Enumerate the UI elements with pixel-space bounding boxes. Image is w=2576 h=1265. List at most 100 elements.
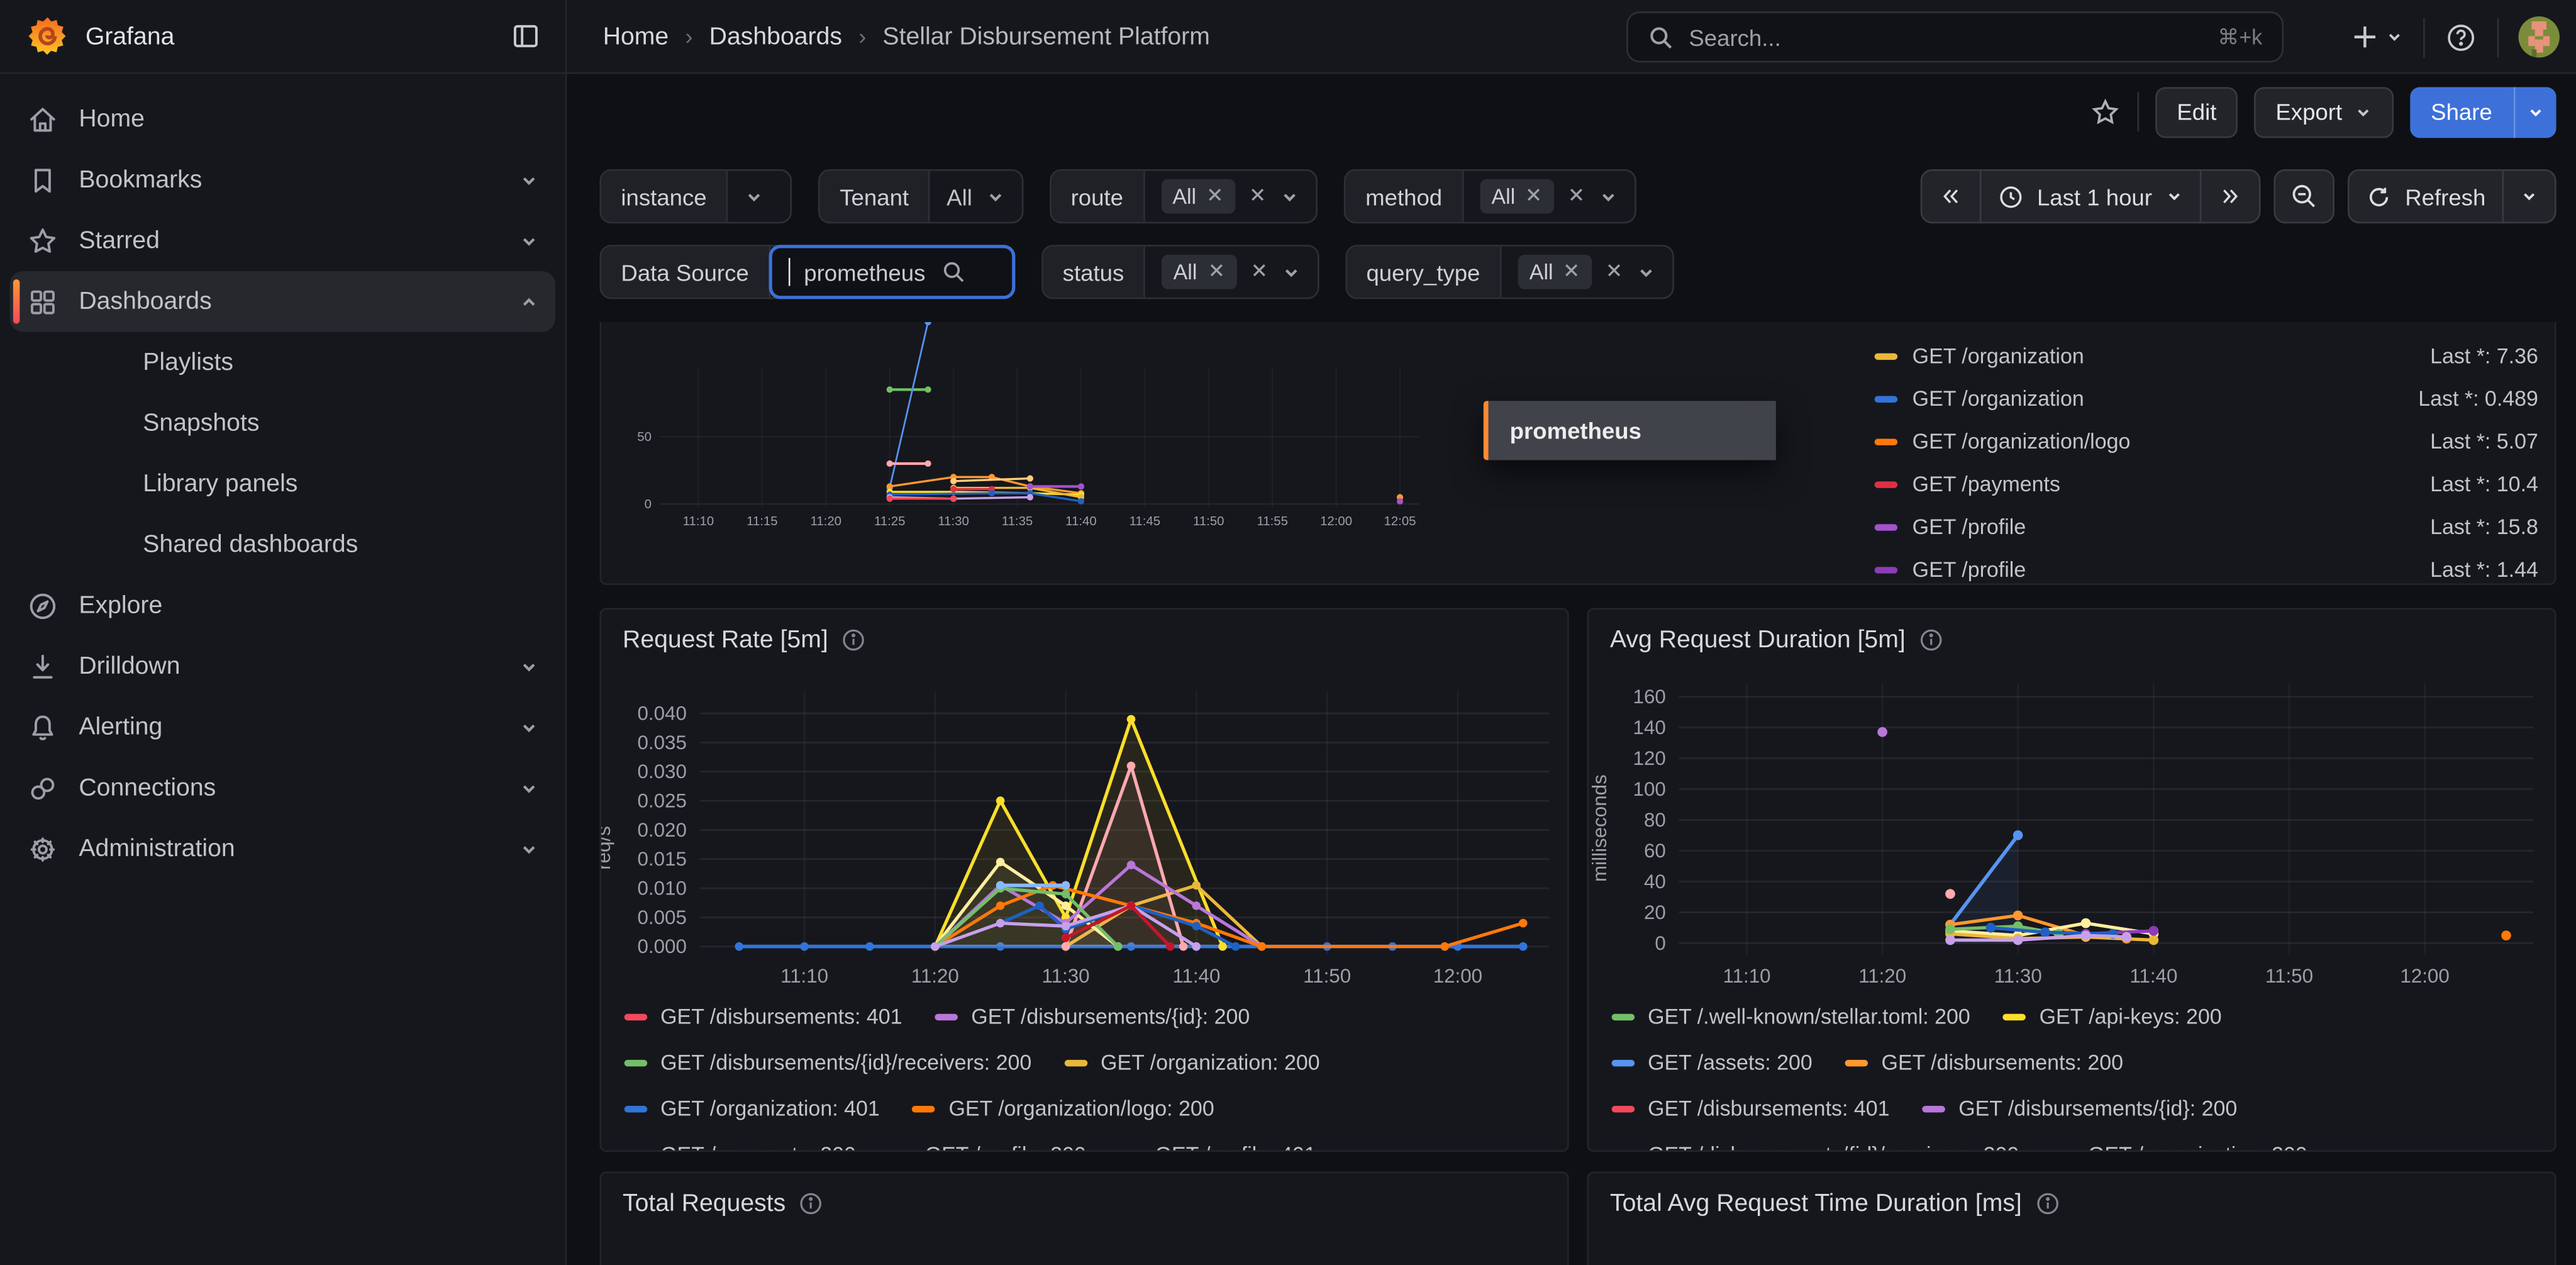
datasource-option-prometheus[interactable]: prometheus: [1489, 401, 1776, 460]
filter-chip[interactable]: All: [1161, 179, 1236, 214]
svg-text:0.025: 0.025: [638, 790, 687, 812]
request-rate-legend: GET /disbursements: 401 GET /disbursement…: [625, 1004, 1558, 1152]
legend-row: GET /organization: 401 GET /organization/…: [625, 1096, 1558, 1120]
clear-icon[interactable]: [1250, 260, 1268, 284]
legend-item[interactable]: GET /profile: 200: [889, 1142, 1086, 1152]
svg-text:160: 160: [1633, 686, 1666, 708]
gear-icon: [26, 832, 59, 865]
series-color-swatch: [1923, 1105, 1946, 1112]
legend-item[interactable]: GET /organization: 200: [2052, 1142, 2307, 1152]
filter-chip[interactable]: All: [1162, 255, 1236, 289]
legend-row[interactable]: GET /profileLast *: 15.8: [1875, 513, 2538, 540]
filter-value[interactable]: All: [1145, 247, 1317, 298]
legend-item[interactable]: GET /disbursements/{id}/receivers: 200: [1612, 1142, 2019, 1152]
legend-item[interactable]: GET /.well-known/stellar.toml: 200: [1612, 1004, 1970, 1028]
sidebar-item-administration[interactable]: Administration: [10, 818, 555, 879]
panel-title[interactable]: Total Requests: [623, 1190, 786, 1217]
clear-all-icon[interactable]: [1568, 184, 1586, 209]
avg-duration-chart[interactable]: 02040608010012014016011:1011:2011:3011:4…: [1589, 610, 2557, 997]
clear-icon[interactable]: [1249, 184, 1267, 209]
legend-item[interactable]: GET /disbursements/{id}/receivers: 200: [625, 1050, 1032, 1074]
sidebar-toggle-icon[interactable]: [509, 20, 542, 52]
breadcrumb-dashboards[interactable]: Dashboards: [709, 22, 842, 50]
sidebar-item-explore[interactable]: Explore: [10, 575, 555, 636]
filter-value[interactable]: All: [1463, 171, 1635, 222]
clear-all-icon[interactable]: [1250, 260, 1268, 284]
svg-text:11:40: 11:40: [1065, 515, 1096, 528]
export-button[interactable]: Export: [2254, 86, 2393, 137]
legend-item[interactable]: GET /organization: 401: [625, 1096, 880, 1120]
datasource-search-input[interactable]: prometheus: [769, 245, 1015, 299]
legend-row[interactable]: GET /profileLast *: 1.44: [1875, 555, 2538, 583]
legend-item[interactable]: GET /disbursements: 401: [625, 1004, 902, 1028]
legend-item[interactable]: GET /api-keys: 200: [2003, 1004, 2222, 1028]
sidebar-item-library-panels[interactable]: Library panels: [10, 454, 555, 515]
legend-item[interactable]: GET /disbursements/{id}: 200: [1923, 1096, 2237, 1120]
clear-icon[interactable]: [1606, 260, 1624, 284]
sidebar-item-playlists[interactable]: Playlists: [10, 332, 555, 393]
connections-icon: [26, 771, 59, 804]
filter-value[interactable]: All: [930, 171, 1021, 222]
series-color-swatch: [625, 1013, 648, 1019]
legend-row[interactable]: GET /organizationLast *: 0.489: [1875, 384, 2538, 412]
legend-item[interactable]: GET /disbursements/{id}: 200: [935, 1004, 1250, 1028]
legend-row[interactable]: GET /organizationLast *: 7.36: [1875, 342, 2538, 369]
grafana-logo[interactable]: [26, 15, 69, 58]
sidebar-item-drilldown[interactable]: Drilldown: [10, 636, 555, 697]
edit-button[interactable]: Edit: [2155, 86, 2238, 137]
clear-icon[interactable]: [1568, 184, 1586, 209]
star-icon: [26, 225, 59, 257]
search-input[interactable]: Search... ⌘+k: [1626, 11, 2284, 62]
legend-row[interactable]: GET /organization/logoLast *: 5.07: [1875, 427, 2538, 455]
avg-duration-legend: GET /.well-known/stellar.toml: 200 GET /a…: [1612, 1004, 2545, 1152]
sidebar-item-snapshots[interactable]: Snapshots: [10, 393, 555, 454]
legend-row[interactable]: GET /paymentsLast *: 10.4: [1875, 470, 2538, 498]
legend-row: GET /disbursements: 401 GET /disbursement…: [1612, 1096, 2545, 1120]
help-icon[interactable]: [2445, 21, 2477, 53]
svg-text:0: 0: [645, 498, 652, 511]
panel-title[interactable]: Total Avg Request Time Duration [ms]: [1610, 1190, 2022, 1217]
sidebar-item-label: Home: [79, 105, 145, 133]
legend-item[interactable]: GET /organization: 200: [1065, 1050, 1320, 1074]
legend-item[interactable]: GET /profile: 401: [1119, 1142, 1316, 1152]
legend-item[interactable]: GET /organization/logo: 200: [913, 1096, 1214, 1120]
filter-value[interactable]: [728, 171, 791, 222]
series-color-swatch: [1875, 438, 1898, 444]
chevron-down-icon: [1281, 262, 1301, 282]
clear-icon[interactable]: [1525, 184, 1543, 209]
clear-icon[interactable]: [1206, 184, 1224, 209]
share-menu-button[interactable]: [2514, 86, 2557, 137]
divider: [2423, 17, 2425, 57]
sidebar-item-home[interactable]: Home: [10, 89, 555, 150]
share-button[interactable]: Share: [2409, 86, 2514, 137]
legend-label: GET /disbursements/{id}: 200: [971, 1004, 1250, 1028]
filter-chip[interactable]: All: [1480, 179, 1555, 214]
add-button[interactable]: [2351, 23, 2404, 51]
filter-value[interactable]: All: [1145, 171, 1316, 222]
clear-all-icon[interactable]: [1249, 184, 1267, 209]
sidebar-item-shared-dashboards[interactable]: Shared dashboards: [10, 515, 555, 576]
sidebar-item-connections[interactable]: Connections: [10, 757, 555, 818]
clear-icon[interactable]: [1563, 260, 1581, 284]
info-icon[interactable]: [2035, 1191, 2060, 1216]
clear-all-icon[interactable]: [1606, 260, 1624, 284]
clear-icon[interactable]: [1207, 260, 1225, 284]
sidebar-item-starred[interactable]: Starred: [10, 210, 555, 271]
request-rate-chart[interactable]: 0.0000.0050.0100.0150.0200.0250.0300.035…: [601, 610, 1569, 997]
sidebar-item-bookmarks[interactable]: Bookmarks: [10, 150, 555, 211]
filter-label: route: [1051, 171, 1145, 222]
breadcrumb-home[interactable]: Home: [603, 22, 669, 50]
star-dashboard-button[interactable]: [2090, 96, 2121, 128]
filter-chip[interactable]: All: [1518, 255, 1593, 289]
legend-item[interactable]: GET /disbursements: 200: [1845, 1050, 2123, 1074]
svg-text:50: 50: [637, 430, 652, 444]
avatar[interactable]: [2519, 16, 2560, 57]
sidebar-item-dashboards[interactable]: Dashboards: [10, 271, 555, 332]
panel-total-requests: Total Requests: [599, 1172, 1568, 1265]
sidebar-item-alerting[interactable]: Alerting: [10, 697, 555, 758]
info-icon[interactable]: [799, 1191, 823, 1216]
legend-item[interactable]: GET /assets: 200: [1612, 1050, 1813, 1074]
filter-value[interactable]: All: [1501, 247, 1673, 298]
legend-item[interactable]: GET /payments: 200: [625, 1142, 856, 1152]
legend-item[interactable]: GET /disbursements: 401: [1612, 1096, 1890, 1120]
